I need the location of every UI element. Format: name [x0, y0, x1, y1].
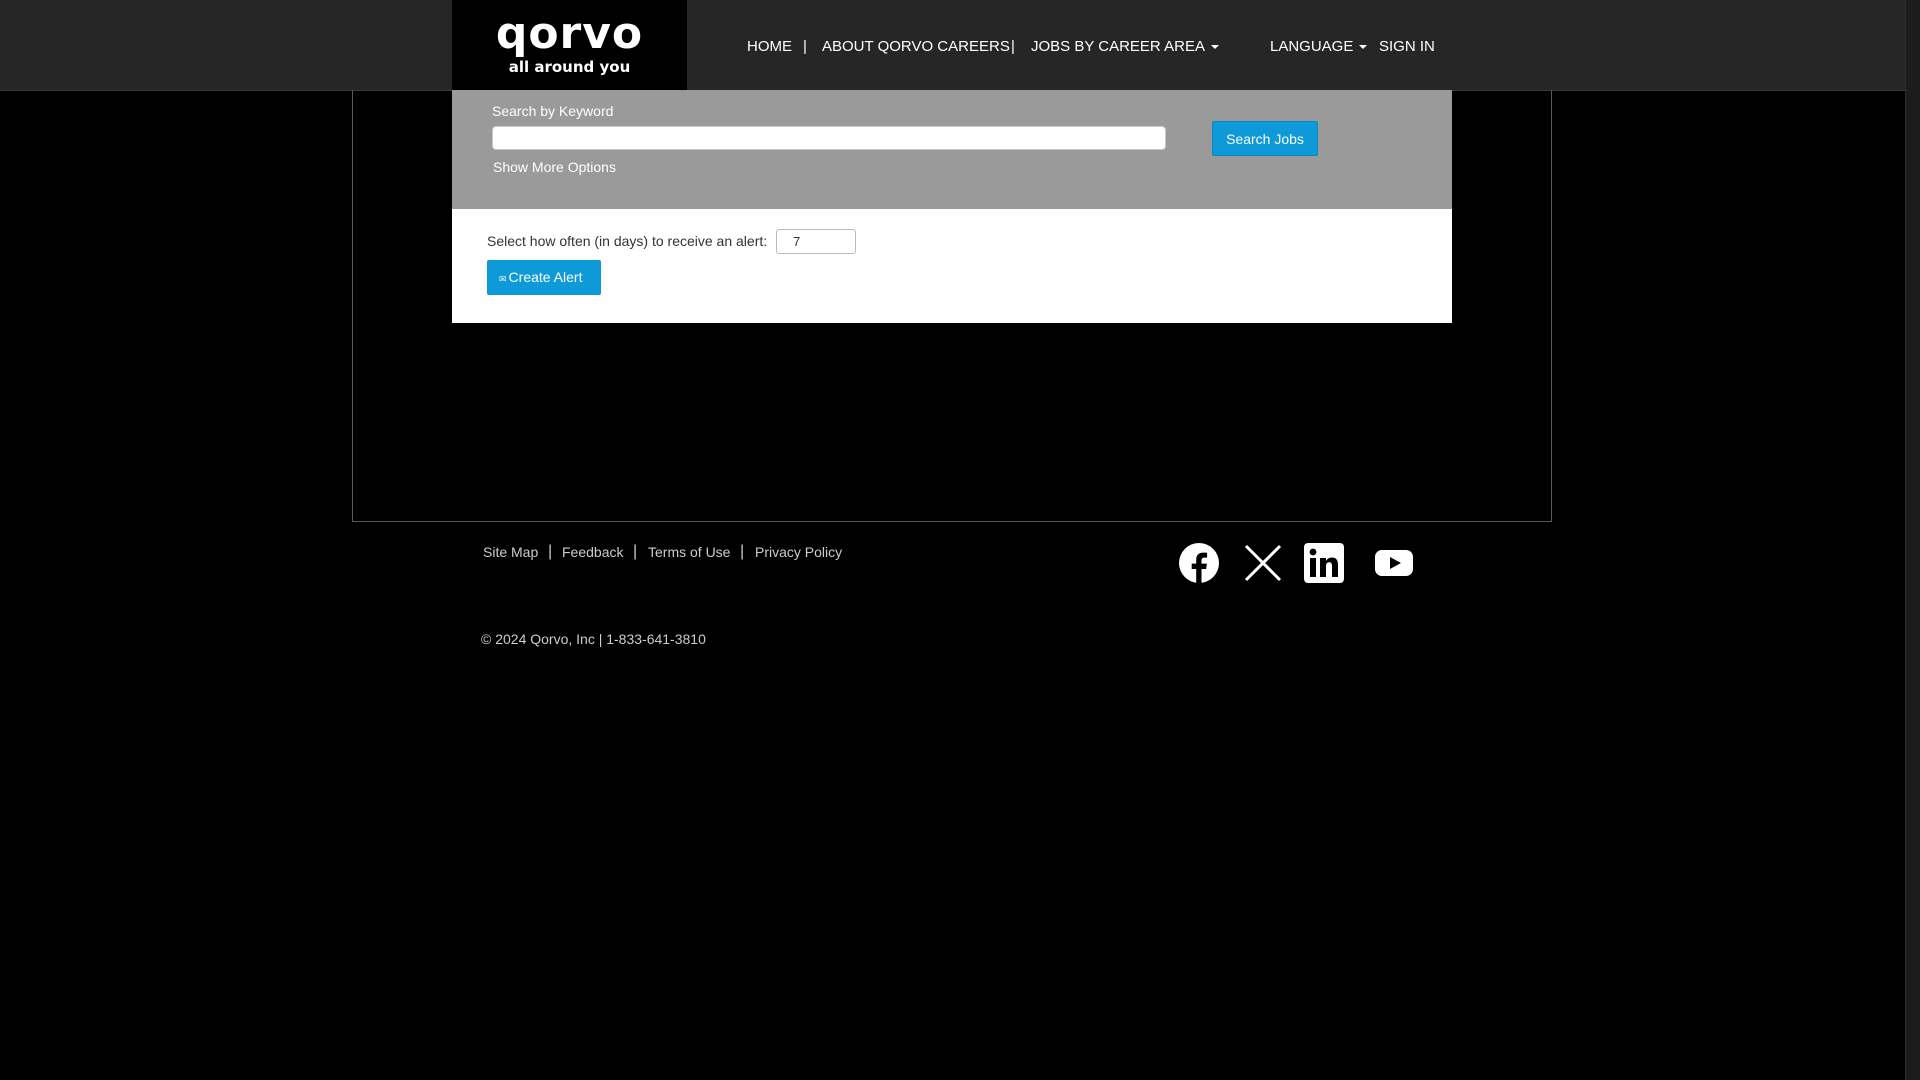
keyword-label: Search by Keyword	[492, 103, 614, 119]
feedback-link[interactable]: Feedback	[562, 544, 623, 560]
nav-jobs-by-career-area-dropdown[interactable]: JOBS BY CAREER AREA	[1031, 38, 1219, 55]
footer-separator: |	[633, 543, 638, 560]
alert-frequency-input[interactable]: 7	[776, 229, 856, 254]
footer-separator: |	[548, 543, 553, 560]
nav-separator: |	[1011, 38, 1015, 55]
copyright-text: © 2024 Qorvo, Inc | 1-833-641-3810	[481, 631, 706, 647]
logo-wordmark: qorvo	[495, 8, 644, 59]
nav-jobs-label: JOBS BY CAREER AREA	[1031, 38, 1205, 55]
footer-separator: |	[740, 543, 745, 560]
create-alert-label: Create Alert	[508, 269, 583, 285]
nav-home-link[interactable]: HOME	[747, 38, 792, 55]
nav-separator: |	[803, 38, 807, 55]
nav-about-link[interactable]: ABOUT QORVO CAREERS	[822, 38, 1010, 55]
x-icon[interactable]	[1242, 542, 1284, 584]
language-dropdown[interactable]: LANGUAGE	[1270, 38, 1368, 55]
keyword-search-input[interactable]	[492, 126, 1166, 150]
envelope-icon: ✉	[499, 274, 507, 284]
scrollbar[interactable]	[1905, 0, 1920, 1080]
show-more-options-link[interactable]: Show More Options	[493, 159, 616, 175]
sign-in-link[interactable]: SIGN IN	[1379, 38, 1435, 55]
qorvo-logo[interactable]: qorvo all around you	[452, 0, 687, 90]
site-map-link[interactable]: Site Map	[483, 544, 538, 560]
language-label: LANGUAGE	[1270, 38, 1354, 55]
chevron-down-icon	[1210, 45, 1219, 50]
privacy-policy-link[interactable]: Privacy Policy	[755, 544, 842, 560]
facebook-icon[interactable]	[1178, 542, 1220, 584]
create-alert-button[interactable]: ✉ Create Alert	[487, 260, 601, 295]
job-alert-panel: Select how often (in days) to receive an…	[452, 209, 1452, 323]
terms-of-use-link[interactable]: Terms of Use	[648, 544, 730, 560]
youtube-icon[interactable]	[1373, 542, 1415, 584]
logo-tagline: all around you	[508, 58, 631, 76]
linkedin-icon[interactable]	[1303, 542, 1345, 584]
chevron-down-icon	[1359, 45, 1368, 50]
alert-frequency-label: Select how often (in days) to receive an…	[487, 233, 768, 249]
search-jobs-button[interactable]: Search Jobs	[1212, 121, 1318, 156]
search-panel: Search by Keyword Show More Options Sear…	[452, 90, 1452, 209]
